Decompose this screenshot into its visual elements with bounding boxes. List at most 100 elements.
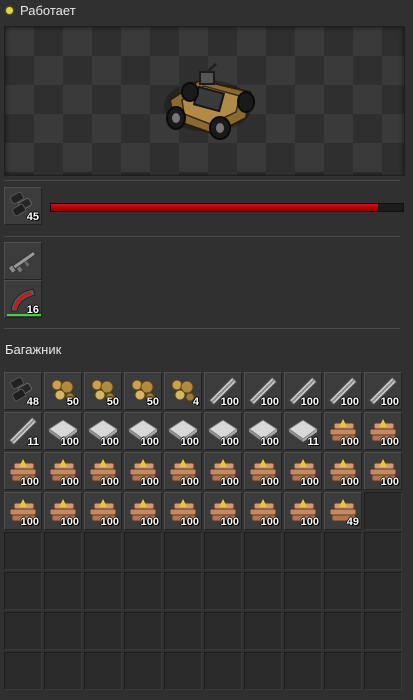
trunk-slot-empty[interactable] xyxy=(4,572,42,610)
trunk-slot-empty[interactable] xyxy=(84,532,122,570)
trunk-slot-empty[interactable] xyxy=(124,532,162,570)
trunk-slot-planks[interactable]: 100 xyxy=(244,452,282,490)
trunk-slot-planks[interactable]: 100 xyxy=(204,492,242,530)
trunk-slot-planks[interactable]: 49 xyxy=(324,492,362,530)
trunk-slot-empty[interactable] xyxy=(244,652,282,690)
trunk-slot-planks[interactable]: 100 xyxy=(44,492,82,530)
trunk-slot-empty[interactable] xyxy=(364,652,402,690)
trunk-slot-empty[interactable] xyxy=(204,532,242,570)
trunk-slot-ore[interactable]: 50 xyxy=(44,372,82,410)
item-count: 100 xyxy=(220,476,239,488)
trunk-slot-planks[interactable]: 100 xyxy=(84,492,122,530)
trunk-slot-planks[interactable]: 100 xyxy=(164,492,202,530)
trunk-slot-empty[interactable] xyxy=(324,572,362,610)
trunk-slot-empty[interactable] xyxy=(44,652,82,690)
trunk-slot-planks[interactable]: 100 xyxy=(124,492,162,530)
trunk-slot-plate[interactable]: 11 xyxy=(284,412,322,450)
item-count: 100 xyxy=(140,476,159,488)
trunk-slot-empty[interactable] xyxy=(204,572,242,610)
vehicle-fuel-slot[interactable]: 16 xyxy=(4,280,42,318)
trunk-slot-plate[interactable]: 100 xyxy=(84,412,122,450)
item-count: 100 xyxy=(60,476,79,488)
trunk-slot-empty[interactable] xyxy=(4,612,42,650)
trunk-slot-empty[interactable] xyxy=(164,572,202,610)
item-count: 100 xyxy=(380,436,399,448)
trunk-slot-ore[interactable]: 4 xyxy=(164,372,202,410)
trunk-slot-planks[interactable]: 100 xyxy=(324,452,362,490)
item-count: 100 xyxy=(60,436,79,448)
trunk-slot-plate[interactable]: 100 xyxy=(164,412,202,450)
vehicle-ammo-slot[interactable]: 45 xyxy=(4,187,42,225)
trunk-slot-rail[interactable]: 100 xyxy=(204,372,242,410)
trunk-slot-empty[interactable] xyxy=(164,612,202,650)
trunk-slot-empty[interactable] xyxy=(204,612,242,650)
trunk-slot-empty[interactable] xyxy=(44,572,82,610)
trunk-slot-empty[interactable] xyxy=(84,572,122,610)
trunk-slot-rail[interactable]: 100 xyxy=(364,372,402,410)
trunk-slot-empty[interactable] xyxy=(364,492,402,530)
trunk-slot-empty[interactable] xyxy=(244,532,282,570)
item-count: 100 xyxy=(260,436,279,448)
trunk-slot-planks[interactable]: 100 xyxy=(364,452,402,490)
trunk-slot-planks[interactable]: 100 xyxy=(84,452,122,490)
trunk-slot-empty[interactable] xyxy=(324,532,362,570)
trunk-slot-empty[interactable] xyxy=(204,652,242,690)
trunk-slot-planks[interactable]: 100 xyxy=(164,452,202,490)
trunk-slot-empty[interactable] xyxy=(284,612,322,650)
trunk-slot-empty[interactable] xyxy=(124,652,162,690)
trunk-slot-plate[interactable]: 100 xyxy=(44,412,82,450)
trunk-slot-empty[interactable] xyxy=(164,532,202,570)
trunk-slot-empty[interactable] xyxy=(284,572,322,610)
trunk-slot-planks[interactable]: 100 xyxy=(4,492,42,530)
trunk-slot-ammo[interactable]: 48 xyxy=(4,372,42,410)
trunk-slot-planks[interactable]: 100 xyxy=(204,452,242,490)
trunk-slot-planks[interactable]: 100 xyxy=(284,492,322,530)
item-count: 11 xyxy=(307,436,319,448)
trunk-slot-empty[interactable] xyxy=(124,612,162,650)
vehicle-weapon-slot[interactable] xyxy=(4,242,42,280)
trunk-slot-ore[interactable]: 50 xyxy=(84,372,122,410)
trunk-slot-empty[interactable] xyxy=(44,532,82,570)
trunk-slot-empty[interactable] xyxy=(244,572,282,610)
trunk-slot-planks[interactable]: 100 xyxy=(4,452,42,490)
trunk-title: Багажник xyxy=(5,342,62,357)
trunk-slot-planks[interactable]: 100 xyxy=(284,452,322,490)
item-count: 100 xyxy=(100,476,119,488)
trunk-slot-rail[interactable]: 100 xyxy=(284,372,322,410)
item-count: 100 xyxy=(340,436,359,448)
trunk-slot-empty[interactable] xyxy=(84,612,122,650)
trunk-slot-rail[interactable]: 100 xyxy=(324,372,362,410)
trunk-slot-rail[interactable]: 100 xyxy=(244,372,282,410)
trunk-slot-ore[interactable]: 50 xyxy=(124,372,162,410)
trunk-slot-empty[interactable] xyxy=(244,612,282,650)
trunk-slot-empty[interactable] xyxy=(164,652,202,690)
trunk-slot-empty[interactable] xyxy=(364,572,402,610)
item-count: 4 xyxy=(192,396,199,408)
trunk-slot-empty[interactable] xyxy=(284,652,322,690)
trunk-slot-planks[interactable]: 100 xyxy=(124,452,162,490)
trunk-slot-planks[interactable]: 100 xyxy=(324,412,362,450)
trunk-slot-empty[interactable] xyxy=(284,532,322,570)
trunk-slot-empty[interactable] xyxy=(324,612,362,650)
trunk-slot-empty[interactable] xyxy=(4,652,42,690)
trunk-slot-empty[interactable] xyxy=(124,572,162,610)
trunk-slot-empty[interactable] xyxy=(4,532,42,570)
item-count: 100 xyxy=(180,516,199,528)
trunk-slot-empty[interactable] xyxy=(44,612,82,650)
item-count: 100 xyxy=(20,516,39,528)
item-count: 100 xyxy=(220,436,239,448)
trunk-slot-planks[interactable]: 100 xyxy=(244,492,282,530)
trunk-slot-empty[interactable] xyxy=(84,652,122,690)
trunk-slot-plate[interactable]: 100 xyxy=(124,412,162,450)
item-count: 100 xyxy=(380,396,399,408)
trunk-slot-empty[interactable] xyxy=(324,652,362,690)
trunk-slot-empty[interactable] xyxy=(364,612,402,650)
trunk-slot-plate[interactable]: 100 xyxy=(244,412,282,450)
vehicle-health-fill xyxy=(51,204,379,211)
trunk-slot-rail[interactable]: 11 xyxy=(4,412,42,450)
item-count: 100 xyxy=(300,396,319,408)
trunk-slot-plate[interactable]: 100 xyxy=(204,412,242,450)
trunk-slot-empty[interactable] xyxy=(364,532,402,570)
trunk-slot-planks[interactable]: 100 xyxy=(44,452,82,490)
trunk-slot-planks[interactable]: 100 xyxy=(364,412,402,450)
